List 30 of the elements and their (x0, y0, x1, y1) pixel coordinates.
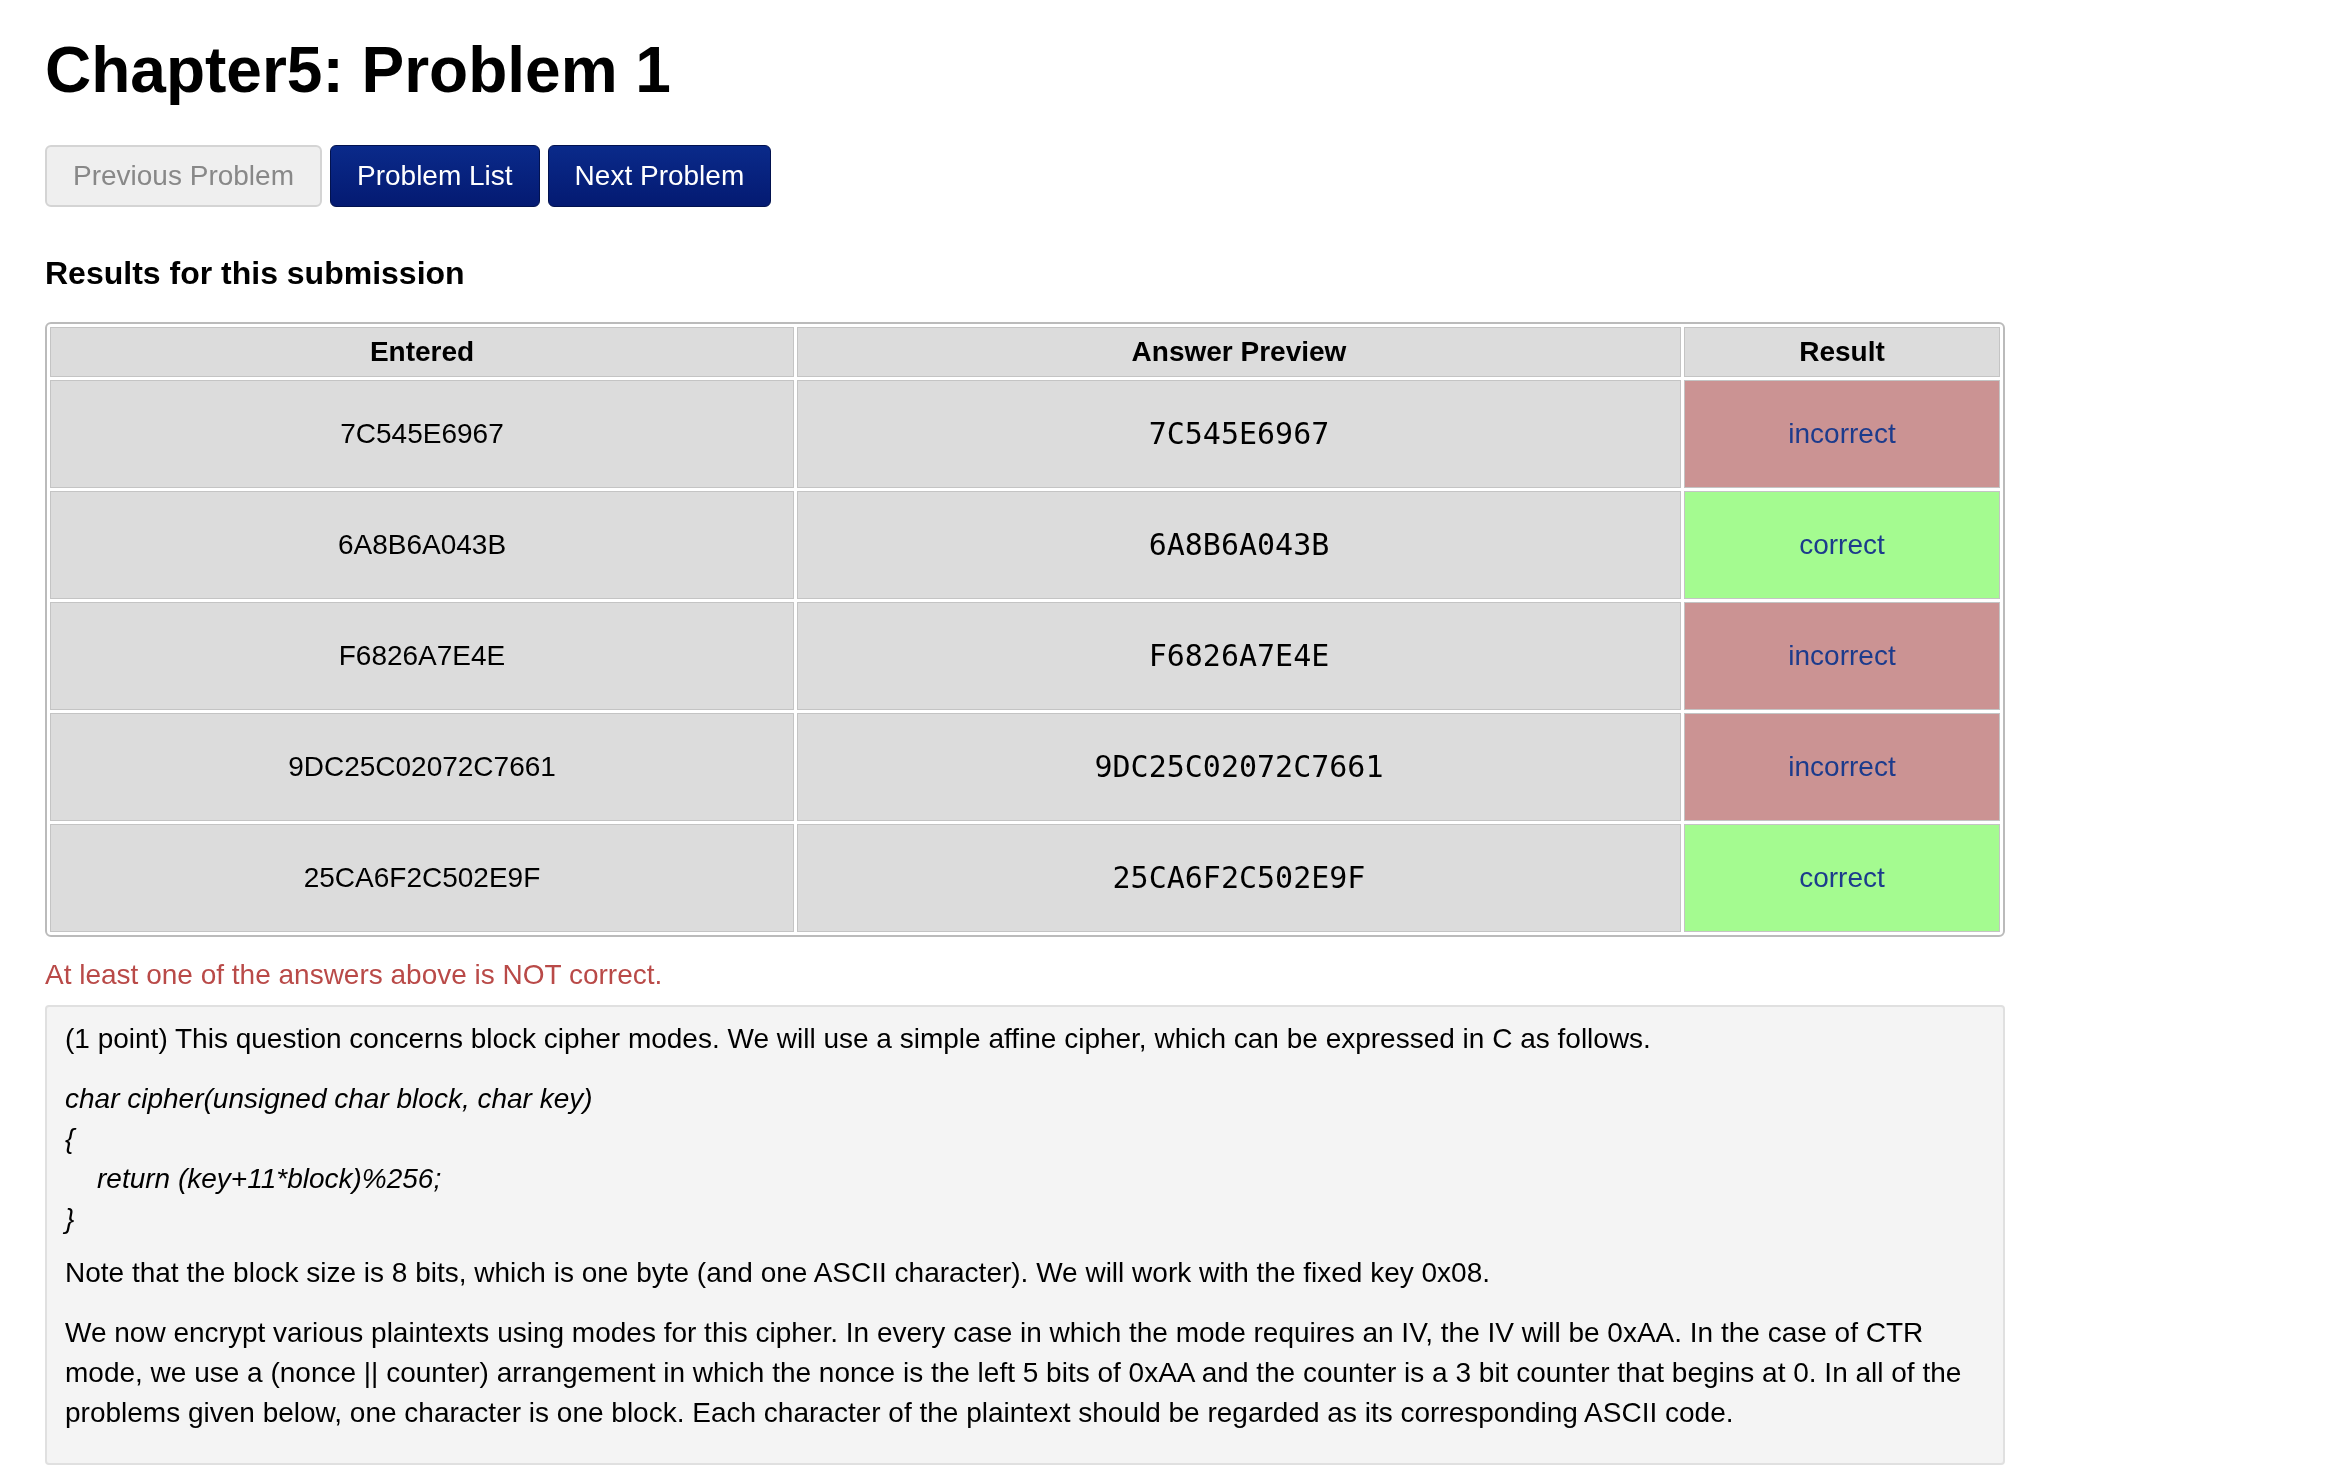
entered-cell: F6826A7E4E (50, 601, 794, 710)
entered-cell: 9DC25C02072C7661 (50, 712, 794, 821)
preview-cell: 7C545E6967 (797, 379, 1681, 488)
page-title: Chapter5: Problem 1 (45, 33, 672, 108)
entered-cell: 6A8B6A043B (50, 490, 794, 599)
preview-cell: F6826A7E4E (797, 601, 1681, 710)
problem-text: (1 point) This question concerns block cipher modes. We will use a simple affine cipher, which can be expressed in C as follows. (65, 1021, 1652, 1056)
preview-cell: 25CA6F2C502E9F (797, 823, 1681, 932)
result-cell: incorrect (1684, 601, 2000, 710)
entered-cell: 7C545E6967 (50, 379, 794, 488)
column-header: Answer Preview (797, 326, 1681, 377)
preview-cell: 6A8B6A043B (797, 490, 1681, 599)
entered-cell: 25CA6F2C502E9F (50, 823, 794, 932)
nav-button[interactable]: Problem List (330, 144, 540, 207)
results-heading: Results for this submission (45, 254, 466, 292)
code-line: } (65, 1201, 76, 1236)
problem-text: We now encrypt various plaintexts using modes for this cipher. In every case in which the mode requires an IV, the IV will be 0xAA. In the case of CTR mode, we use a (nonce || counter) arrangement in which the nonce is the left 5 bits of 0xAA and the counter is a 3 bit counter that begins at 0. In all of the problems given below, one character is one block. Each character of the plaintext should be regarded as its corresponding ASCII code. (65, 1315, 1963, 1430)
code-line: { (65, 1121, 78, 1156)
problem-text: Note that the block size is 8 bits, which is one byte (and one ASCII character). We will work with the fixed key 0x08. (65, 1255, 1492, 1290)
result-cell: incorrect (1684, 379, 2000, 488)
code-line: return (key+11*block)%256; (96, 1161, 443, 1196)
code-line: char cipher(unsigned char block, char key) (65, 1081, 594, 1116)
result-cell: incorrect (1684, 712, 2000, 821)
column-header: Result (1684, 326, 2000, 377)
nav-button[interactable]: Next Problem (547, 144, 772, 207)
column-header: Entered (50, 326, 794, 377)
result-cell: correct (1684, 823, 2000, 932)
error-message: At least one of the answers above is NOT correct. (45, 958, 664, 991)
result-cell: correct (1684, 490, 2000, 599)
preview-cell: 9DC25C02072C7661 (797, 712, 1681, 821)
